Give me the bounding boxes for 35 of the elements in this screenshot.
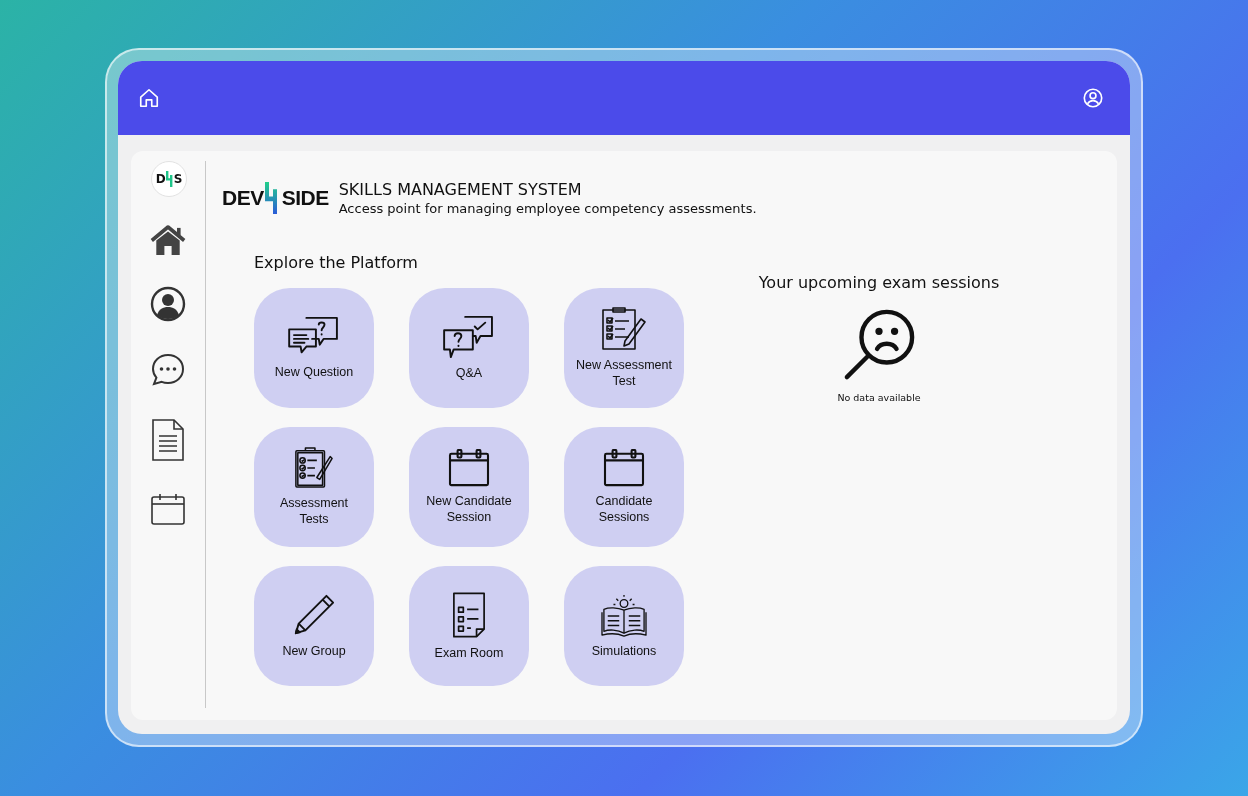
calendar-icon (603, 449, 645, 487)
tile-button[interactable]: New Group (254, 566, 374, 686)
section-heading: Your upcoming exam sessions (758, 273, 1000, 292)
account-icon[interactable] (1082, 87, 1104, 109)
logo-text: SIDE (281, 186, 329, 210)
section-heading: Explore the Platform (254, 253, 419, 272)
user-icon[interactable] (150, 286, 186, 322)
tile-button[interactable]: New Candidate Session (409, 427, 529, 547)
tile-button[interactable]: Exam Room (409, 566, 529, 686)
chat-icon[interactable] (150, 352, 186, 388)
logo-text: S (173, 172, 183, 186)
tile-button[interactable]: New Assessment Test (564, 288, 684, 408)
test-sheet-icon (452, 591, 486, 639)
document-icon[interactable] (151, 418, 185, 462)
logo-text: D (155, 172, 166, 186)
speech-bubbles-icon (442, 315, 496, 359)
calendar-icon[interactable] (150, 492, 186, 526)
home-icon[interactable] (150, 225, 186, 256)
home-icon[interactable] (138, 87, 160, 109)
tile-button[interactable]: Candidate Sessions (564, 427, 684, 547)
app-subtitle: Access point for managing employee competency assessments. (338, 201, 757, 216)
clipboard-icon (601, 307, 647, 351)
tile-button[interactable]: Assessment Tests (254, 427, 374, 547)
tile-button[interactable]: Q&A (409, 288, 529, 408)
sad-magnifier-icon (842, 308, 916, 382)
logo-mark-icon (165, 170, 174, 188)
app-title: SKILLS MANAGEMENT SYSTEM (338, 180, 583, 199)
tile-button[interactable]: New Question (254, 288, 374, 408)
tile-button[interactable]: Simulations (564, 566, 684, 686)
clipboard-icon (294, 447, 334, 489)
pencil-icon (292, 593, 336, 637)
empty-message: No data available (837, 392, 921, 403)
logo-text: DEV (222, 186, 264, 210)
calendar-icon (448, 449, 490, 487)
book-icon (600, 593, 648, 637)
